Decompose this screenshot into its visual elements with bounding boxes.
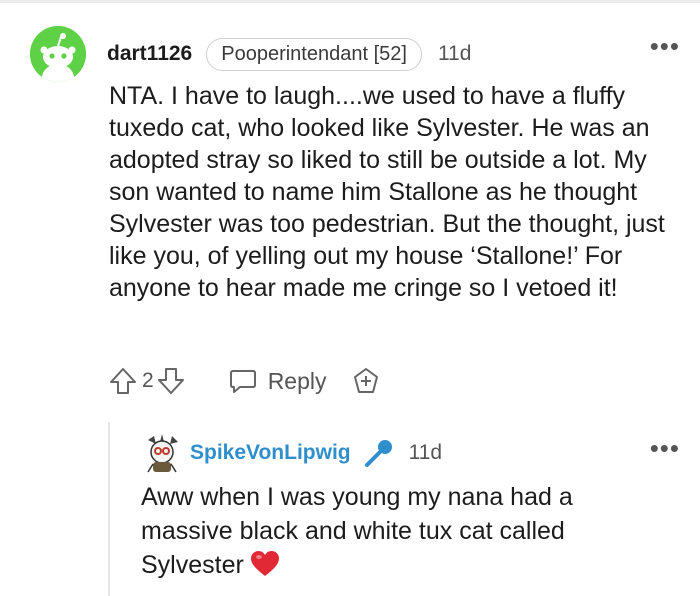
user-flair: Pooperintendant [52]: [206, 37, 422, 71]
reply-more-options-icon[interactable]: •••: [650, 435, 680, 461]
reply-body: Aww when I was young my nana had a massi…: [141, 480, 661, 582]
comment-body: NTA. I have to laugh....we used to have …: [109, 82, 665, 302]
comment-actions: 2 Reply: [108, 364, 381, 398]
reply-avatar[interactable]: [142, 434, 182, 474]
downvote-icon[interactable]: [156, 366, 186, 396]
comment-meta: dart1126 Pooperintendant [52] 11d: [107, 36, 471, 72]
award-icon[interactable]: [351, 366, 381, 396]
reply-username[interactable]: SpikeVonLipwig: [190, 441, 351, 465]
heart-emoji-icon: [250, 551, 279, 576]
vote-count: 2: [142, 369, 154, 392]
thread-line[interactable]: [108, 422, 110, 596]
top-divider: [0, 0, 700, 3]
upvote-icon[interactable]: [108, 366, 138, 396]
reply-button[interactable]: Reply: [228, 366, 327, 396]
more-options-icon[interactable]: •••: [650, 33, 680, 59]
reply-body-text: Aww when I was young my nana had a massi…: [141, 483, 573, 579]
reply-meta: SpikeVonLipwig 11d: [190, 436, 442, 470]
avatar[interactable]: [30, 26, 86, 82]
microphone-icon: [364, 440, 392, 467]
reply-bubble-icon: [229, 370, 256, 393]
reply-timestamp: 11d: [408, 441, 443, 464]
username[interactable]: dart1126: [107, 42, 192, 66]
reply-label: Reply: [267, 367, 327, 394]
timestamp: 11d: [437, 42, 472, 65]
snoo-avatar-icon: [30, 26, 86, 82]
